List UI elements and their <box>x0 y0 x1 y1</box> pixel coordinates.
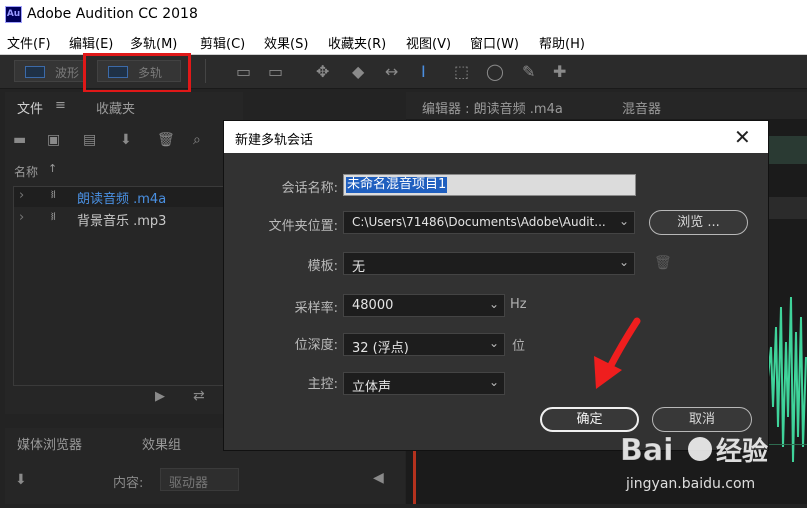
baidu-jingyan-watermark: Bai 经验 jingyan.baidu.com <box>618 416 807 504</box>
svg-text:Bai: Bai <box>620 433 673 468</box>
svg-text:经验: 经验 <box>716 436 768 467</box>
watermark-url: jingyan.baidu.com <box>626 476 756 492</box>
